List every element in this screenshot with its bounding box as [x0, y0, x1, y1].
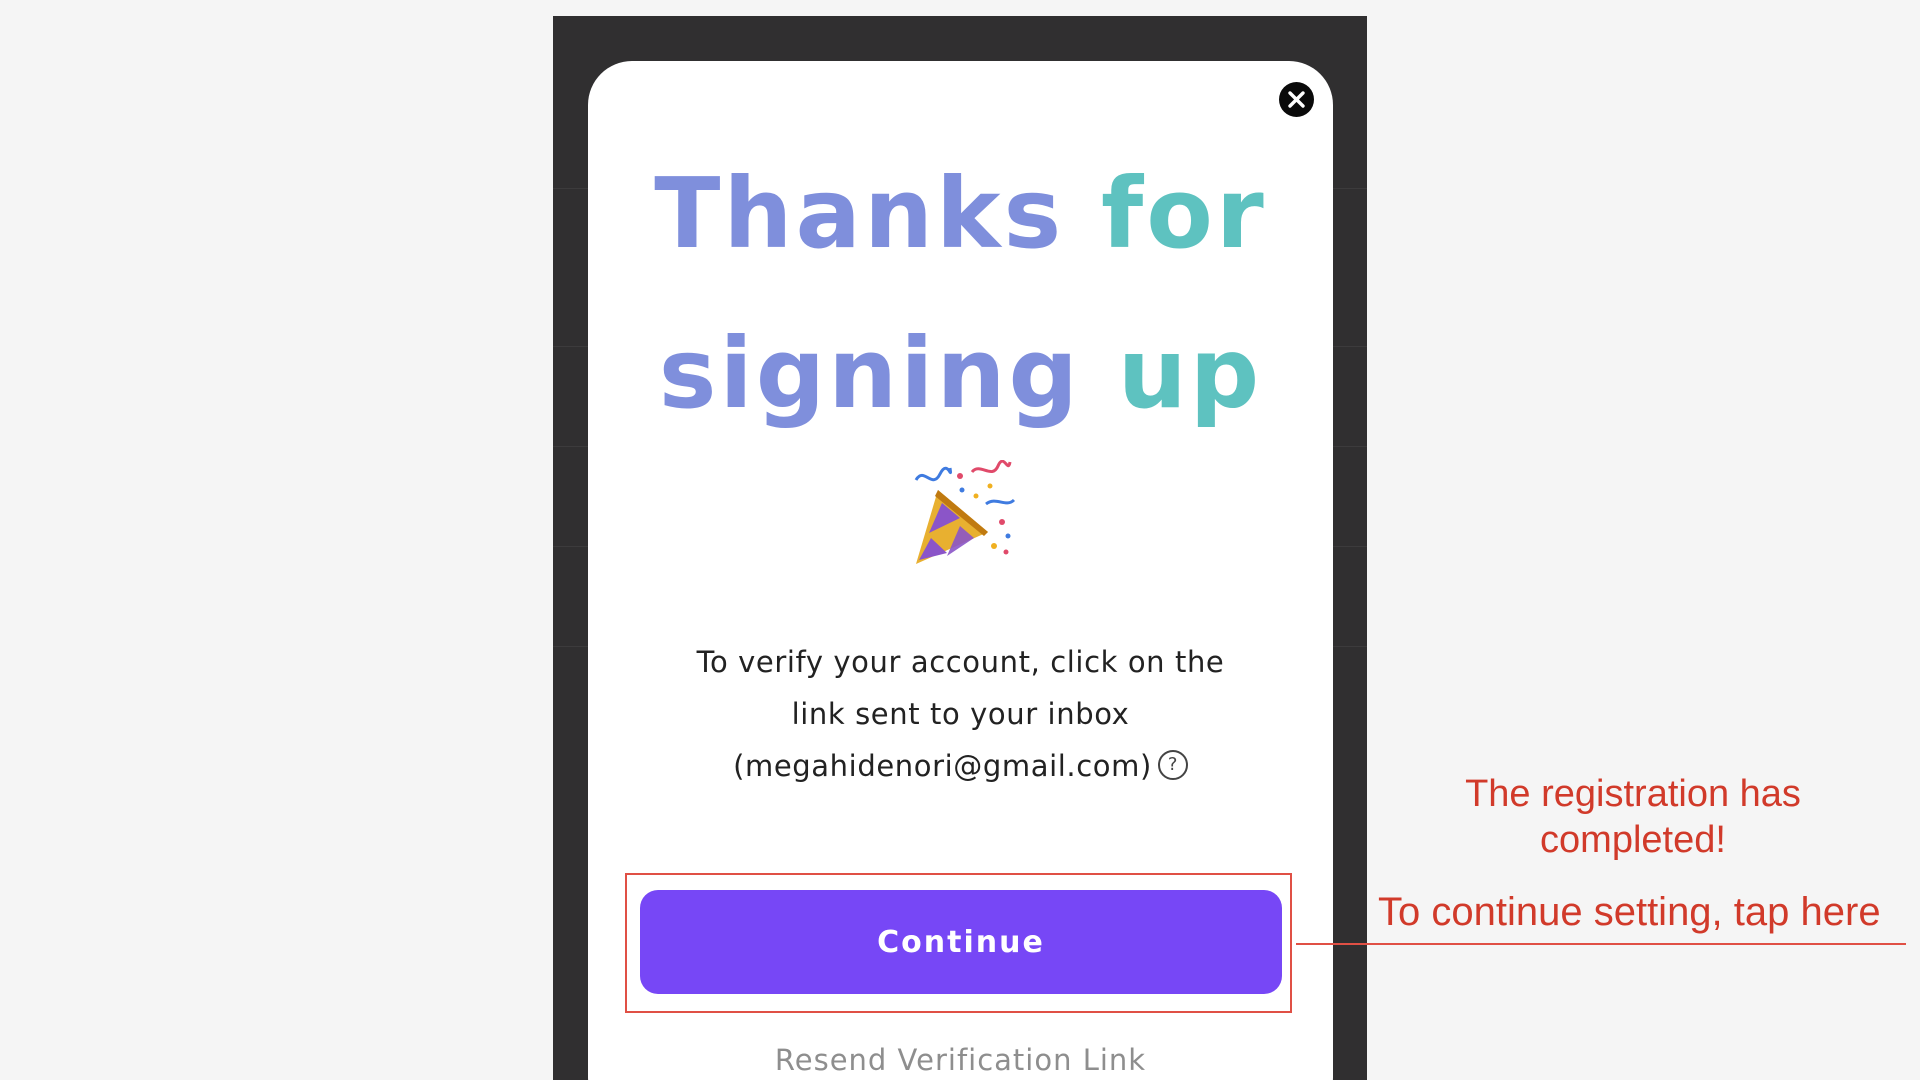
annotation-highlight-box	[625, 873, 1292, 1013]
annotation-tap-hint: To continue setting, tap here	[1378, 890, 1881, 934]
annotation-completed-note: The registration has completed!	[1440, 771, 1826, 863]
title-line-2: signing up	[588, 325, 1333, 422]
title-line-1: Thanks for	[588, 165, 1333, 262]
note-line: The registration has	[1465, 773, 1801, 815]
close-button[interactable]	[1279, 82, 1314, 117]
verify-line: link sent to your inbox	[791, 697, 1130, 731]
party-popper-icon	[914, 460, 1016, 564]
verify-line: To verify your account, click on the	[696, 645, 1225, 679]
title-word: for	[1101, 157, 1267, 270]
note-line: completed!	[1540, 819, 1726, 861]
inbox-email: (megahidenori@gmail.com)	[733, 749, 1152, 783]
close-icon	[1288, 91, 1305, 108]
resend-verification-link[interactable]: Resend Verification Link	[588, 1043, 1333, 1077]
verify-email-line: (megahidenori@gmail.com)?	[628, 740, 1293, 792]
title-word: signing	[658, 317, 1081, 430]
verify-instructions: To verify your account, click on the lin…	[628, 636, 1293, 792]
annotation-callout-line	[1296, 943, 1906, 945]
title-word: up	[1117, 317, 1263, 430]
title-word: Thanks	[654, 157, 1065, 270]
help-icon[interactable]: ?	[1157, 750, 1188, 780]
